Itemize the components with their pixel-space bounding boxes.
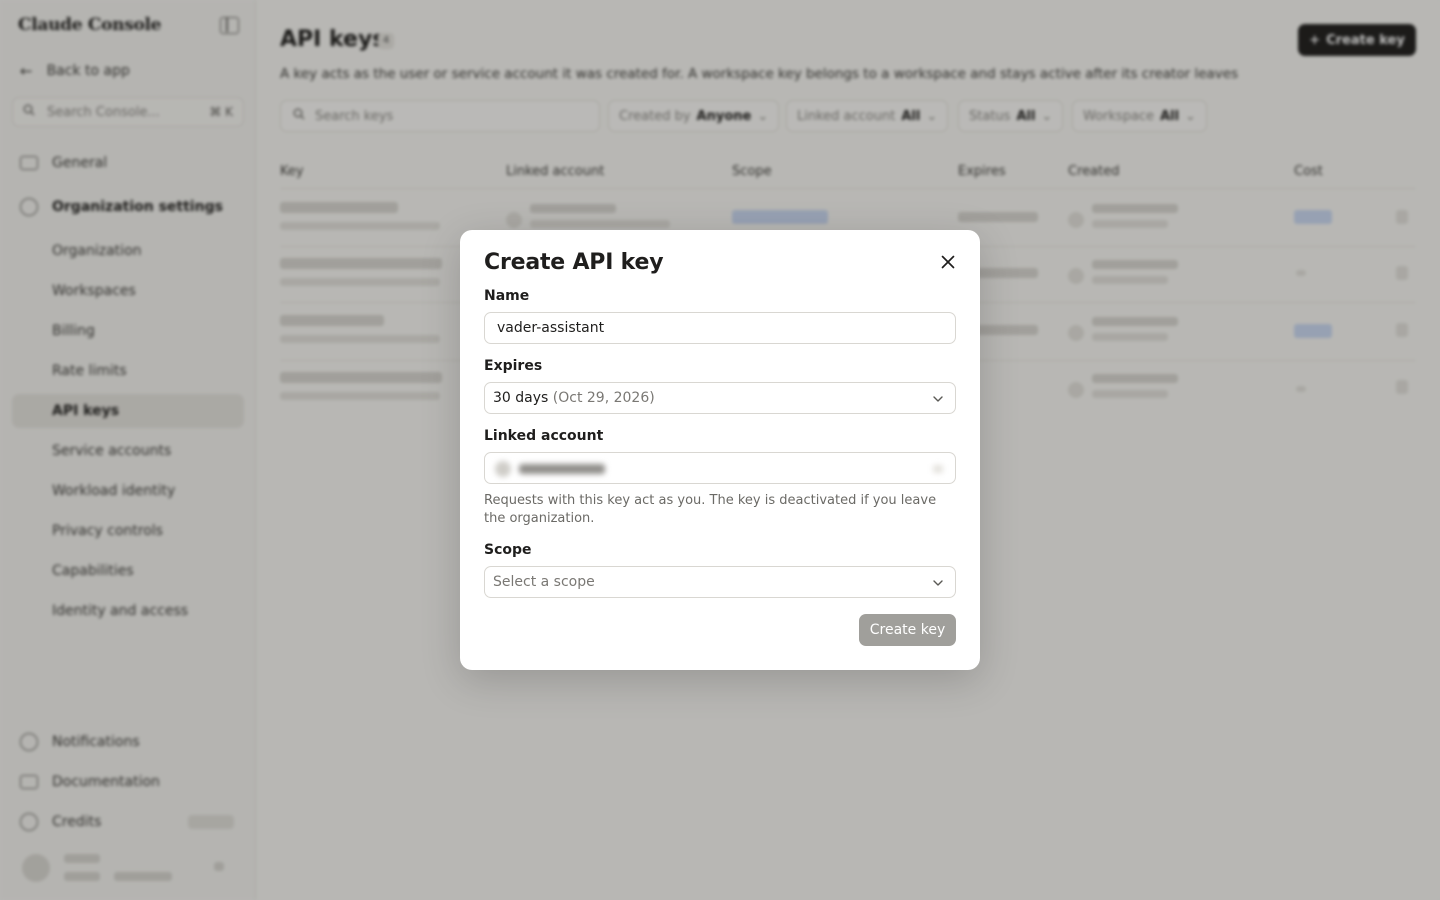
dialog-title: Create API key: [484, 250, 664, 275]
chevron-down-icon: [933, 396, 943, 402]
scope-label: Scope: [484, 542, 532, 558]
linked-account-redacted: [485, 453, 955, 483]
scope-select[interactable]: Select a scope: [484, 566, 956, 598]
name-field[interactable]: [484, 312, 956, 344]
linked-account-helper-text: Requests with this key act as you. The k…: [484, 493, 937, 526]
expires-label: Expires: [484, 358, 543, 374]
name-input[interactable]: [497, 313, 947, 343]
create-api-key-dialog: Create API key Name Expires 30 days (Oct…: [460, 230, 980, 670]
scope-placeholder: Select a scope: [493, 574, 595, 590]
linked-account-select[interactable]: [484, 452, 956, 484]
expires-select-value: 30 days (Oct 29, 2026): [493, 390, 655, 406]
linked-account-label: Linked account: [484, 428, 604, 444]
expires-select[interactable]: 30 days (Oct 29, 2026): [484, 382, 956, 414]
chevron-down-icon: [933, 465, 943, 473]
expires-date: (Oct 29, 2026): [552, 390, 655, 406]
name-label: Name: [484, 288, 530, 304]
linked-account-name-redacted: [519, 464, 605, 474]
close-button[interactable]: [938, 252, 958, 272]
close-icon: [941, 255, 955, 269]
expires-value: 30 days: [493, 390, 549, 406]
create-key-submit-button[interactable]: Create key: [859, 614, 956, 646]
chevron-down-icon: [933, 580, 943, 586]
avatar: [495, 461, 511, 477]
